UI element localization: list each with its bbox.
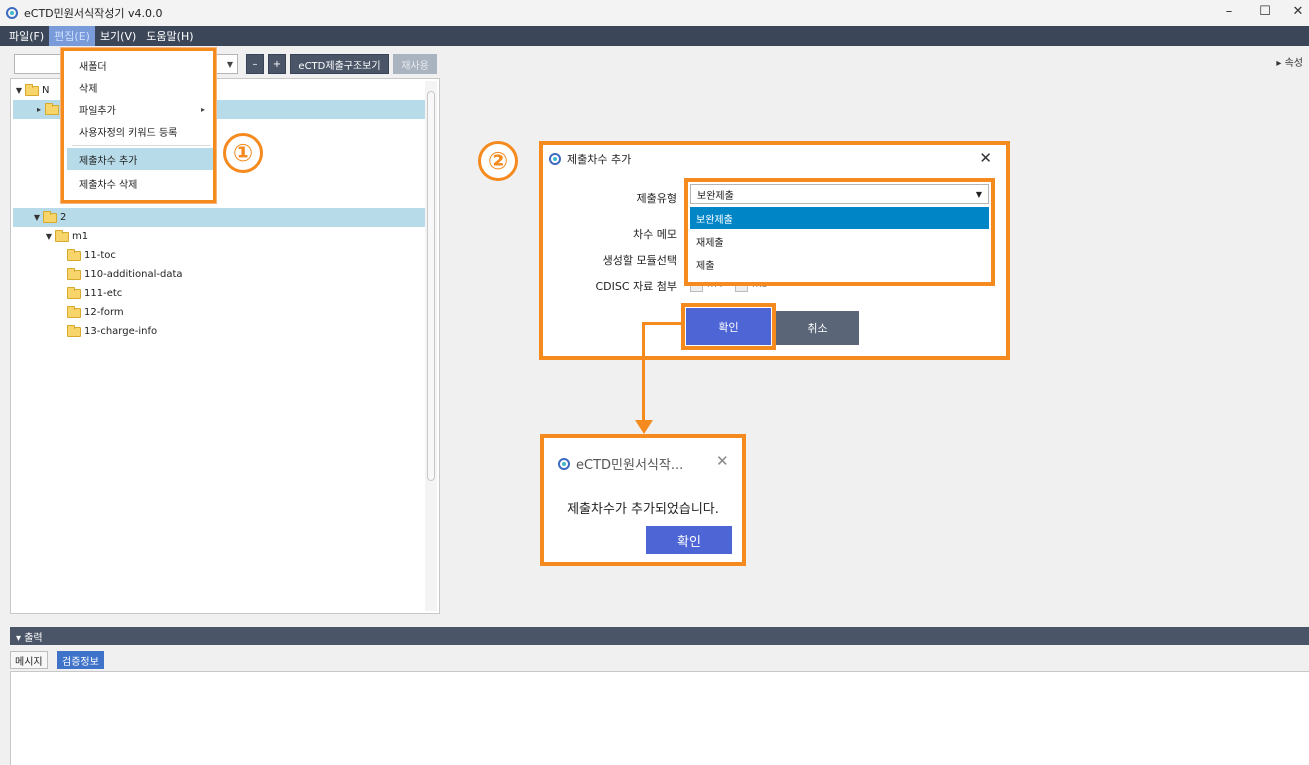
folder-icon — [67, 248, 81, 261]
tree-row[interactable]: ▼ 2 — [13, 208, 425, 227]
menu-item-new-folder[interactable]: 새폴더 — [67, 54, 213, 76]
menu-file[interactable]: 파일(F) — [4, 26, 49, 46]
folder-icon — [67, 286, 81, 299]
properties-toggle[interactable]: ▸ 속성 — [1276, 54, 1303, 69]
memo-label: 차수 메모 — [633, 228, 677, 241]
menu-view[interactable]: 보기(V) — [95, 26, 141, 46]
folder-icon — [45, 102, 59, 115]
connector-line — [642, 322, 683, 325]
type-option[interactable]: 제출 — [690, 253, 989, 275]
menu-item-delete[interactable]: 삭제 — [67, 76, 213, 98]
chevron-down-icon: ▼ — [226, 60, 233, 69]
step-badge-2: ② — [478, 141, 518, 181]
folder-icon — [67, 305, 81, 318]
tree-label: 12-form — [84, 307, 124, 318]
type-label: 제출유형 — [636, 192, 677, 205]
folder-icon — [43, 210, 57, 223]
ok-button[interactable]: 확인 — [686, 308, 771, 345]
app-logo-icon — [6, 7, 18, 19]
add-button[interactable]: + — [268, 54, 286, 74]
menu-item-custom-keyword[interactable]: 사용자정의 키워드 등록 — [67, 120, 213, 142]
menu-bar: 파일(F) 편집(E) 보기(V) 도움말(H) — [0, 26, 1309, 46]
close-window-button[interactable]: ✕ — [1288, 4, 1308, 22]
menu-item-label: 파일추가 — [79, 105, 116, 117]
output-panel-header[interactable]: ▾ 출력 — [10, 627, 1309, 645]
dialog-header: eCTD민원서식작... — [558, 454, 683, 473]
tree-row[interactable]: 111-etc — [67, 284, 267, 303]
tree-label: 11-toc — [84, 250, 116, 261]
confirm-ok-button[interactable]: 확인 — [646, 526, 732, 554]
chevron-down-icon: ▼ — [975, 189, 982, 199]
menu-divider — [72, 145, 210, 146]
dialog-title: 제출차수 추가 — [567, 153, 632, 166]
reuse-button[interactable]: 재사용 — [393, 54, 437, 74]
output-body — [10, 671, 1309, 765]
app-logo-icon — [558, 457, 570, 470]
cdisc-label: CDISC 자료 첨부 — [595, 280, 677, 293]
tree-label: N — [42, 85, 50, 96]
menu-edit[interactable]: 편집(E) — [49, 26, 95, 46]
app-logo-icon — [549, 153, 561, 165]
tab-messages[interactable]: 메시지 — [10, 651, 48, 669]
minimize-button[interactable]: – — [1219, 4, 1239, 22]
folder-icon — [67, 267, 81, 280]
menu-item-delete-submission[interactable]: 제출차수 삭제 — [67, 172, 213, 194]
folder-icon — [25, 83, 39, 96]
ok-button-highlight: 확인 — [681, 303, 776, 350]
output-tabs: 메시지 검증정보 — [10, 647, 1309, 671]
tab-validation[interactable]: 검증정보 — [57, 651, 104, 669]
tree-row[interactable]: 12-form — [67, 303, 267, 322]
menu-item-add-submission[interactable]: 제출차수 추가 — [67, 148, 213, 170]
tree-scrollbar[interactable] — [425, 81, 437, 611]
expand-caret-icon[interactable]: ▸ — [33, 105, 45, 114]
submission-type-value[interactable]: 보완제출 ▼ — [690, 184, 989, 204]
folder-icon — [67, 324, 81, 337]
tree-row[interactable]: ▼ m1 — [43, 227, 243, 246]
edit-menu-dropdown: 새폴더 삭제 파일추가 ▸ 사용자정의 키워드 등록 제출차수 추가 제출차수 … — [61, 48, 216, 203]
arrow-down-icon — [635, 420, 653, 434]
maximize-button[interactable]: ☐ — [1255, 4, 1275, 22]
structure-view-button[interactable]: eCTD제출구조보기 — [290, 54, 389, 74]
connector-line — [642, 322, 645, 422]
title-bar: eCTD민원서식작성기 v4.0.0 – ☐ ✕ — [0, 0, 1309, 26]
cancel-button[interactable]: 취소 — [776, 311, 859, 345]
close-icon[interactable]: ✕ — [979, 149, 992, 167]
tree-row[interactable]: 110-additional-data — [67, 265, 267, 284]
dialog-title: eCTD민원서식작... — [576, 458, 684, 473]
submission-type-select[interactable]: 보완제출 ▼ 보완제출 재제출 제출 — [684, 178, 995, 286]
tree-label: m1 — [72, 231, 89, 242]
tree-label: 2 — [60, 212, 67, 223]
scrollbar-thumb[interactable] — [427, 91, 435, 481]
folder-icon — [55, 229, 69, 242]
tree-row[interactable]: 11-toc — [67, 246, 267, 265]
type-option[interactable]: 보완제출 — [690, 207, 989, 229]
type-option[interactable]: 재제출 — [690, 230, 989, 252]
menu-item-add-file[interactable]: 파일추가 ▸ — [67, 98, 213, 120]
close-icon[interactable]: ✕ — [716, 452, 729, 470]
submenu-arrow-icon: ▸ — [200, 104, 205, 114]
remove-button[interactable]: – — [246, 54, 264, 74]
tree-label: 110-additional-data — [84, 269, 183, 280]
confirm-message: 제출차수가 추가되었습니다. — [567, 502, 719, 517]
menu-help[interactable]: 도움말(H) — [141, 26, 198, 46]
confirm-dialog: eCTD민원서식작... ✕ 제출차수가 추가되었습니다. 확인 — [540, 434, 746, 566]
tree-label: 111-etc — [84, 288, 123, 299]
module-label: 생성할 모듈선택 — [602, 254, 677, 267]
tree-row[interactable]: 13-charge-info — [67, 322, 267, 341]
expand-caret-icon[interactable]: ▼ — [31, 213, 43, 222]
tree-label: 13-charge-info — [84, 326, 158, 337]
step-badge-1: ① — [223, 133, 263, 173]
selected-type: 보완제출 — [697, 190, 734, 202]
expand-caret-icon[interactable]: ▼ — [43, 232, 55, 241]
expand-caret-icon[interactable]: ▼ — [13, 86, 25, 95]
window-title: eCTD민원서식작성기 v4.0.0 — [24, 7, 163, 20]
dialog-header: 제출차수 추가 ✕ — [543, 145, 1006, 173]
